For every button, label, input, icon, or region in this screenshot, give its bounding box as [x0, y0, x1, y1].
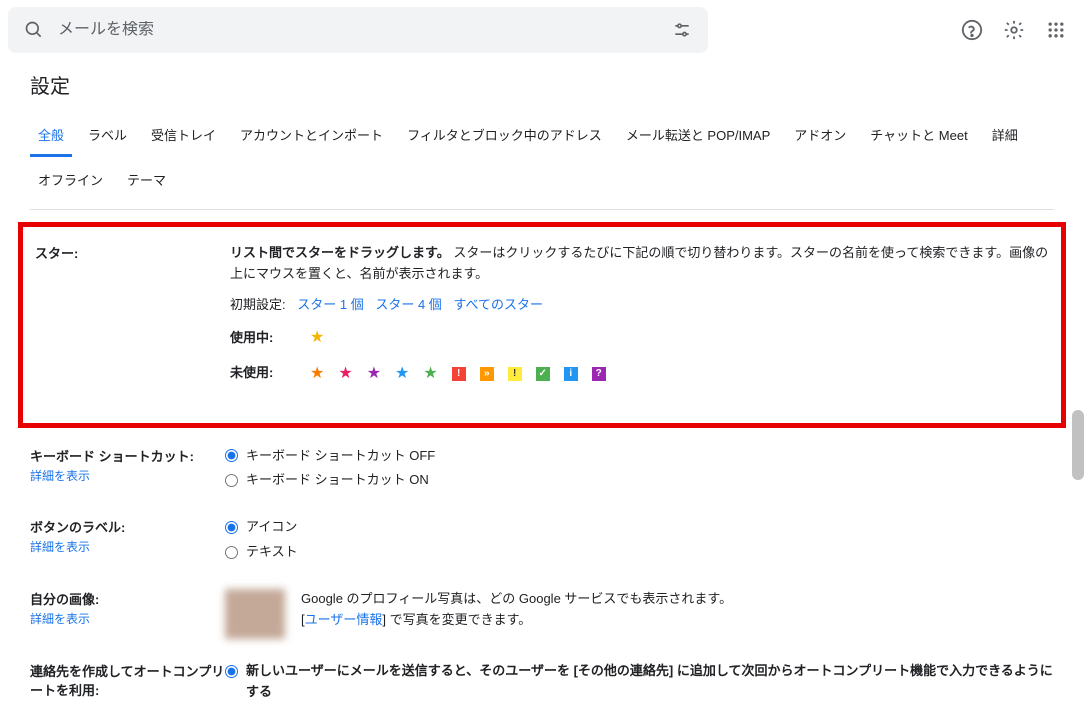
search-options-icon[interactable]	[670, 18, 694, 42]
buttonlabel-text-label: テキスト	[246, 542, 298, 563]
stars-unused-label: 未使用:	[230, 363, 290, 384]
info-blue-icon[interactable]: i	[564, 367, 578, 381]
keyboard-label: キーボード ショートカット:	[30, 449, 194, 464]
tab-offline[interactable]: オフライン	[30, 162, 111, 199]
scrollbar-thumb[interactable]	[1072, 410, 1084, 480]
page-title: 設定	[30, 70, 1054, 99]
settings-tabs: 全般 ラベル 受信トレイ アカウントとインポート フィルタとブロック中のアドレス…	[30, 117, 1054, 210]
stars-preset-label: 初期設定:	[230, 297, 286, 312]
tab-forwarding[interactable]: メール転送と POP/IMAP	[618, 117, 778, 156]
star-blue-icon[interactable]: ★	[395, 361, 409, 387]
autocomplete-opt1: 新しいユーザーにメールを送信すると、そのユーザーを [その他の連絡先] に追加し…	[246, 661, 1054, 703]
tab-chat[interactable]: チャットと Meet	[862, 117, 975, 156]
buttonlabel-icon-radio[interactable]	[225, 521, 238, 534]
profile-label: 自分の画像:	[30, 592, 99, 607]
check-green-icon[interactable]: ✓	[536, 367, 550, 381]
apps-icon[interactable]	[1044, 18, 1068, 42]
tab-addons[interactable]: アドオン	[786, 117, 854, 156]
bang-yellow-icon[interactable]: !	[508, 367, 522, 381]
keyboard-detail-link[interactable]: 詳細を表示	[30, 467, 225, 484]
keyboard-off-radio[interactable]	[225, 449, 238, 462]
tab-themes[interactable]: テーマ	[119, 162, 174, 199]
search-input[interactable]	[58, 21, 670, 39]
tab-filters[interactable]: フィルタとブロック中のアドレス	[399, 117, 610, 156]
buttonlabel-text-radio[interactable]	[225, 546, 238, 559]
profile-text1: Google のプロフィール写真は、どの Google サービスでも表示されます…	[301, 589, 732, 610]
star-yellow-icon[interactable]: ★	[310, 325, 324, 351]
search-icon[interactable]	[22, 18, 46, 42]
profile-text2: で写真を変更できます。	[386, 612, 531, 627]
tab-general[interactable]: 全般	[30, 117, 72, 157]
stars-section-highlight: スター: リスト間でスターをドラッグします。 スターはクリックするたびに下記の順…	[18, 222, 1066, 428]
buttonlabel-label: ボタンのラベル:	[30, 520, 125, 535]
profile-image[interactable]	[225, 589, 285, 639]
profile-userinfo-link[interactable]: ユーザー情報	[305, 612, 383, 627]
tab-labels[interactable]: ラベル	[80, 117, 135, 156]
star-red-icon[interactable]: ★	[338, 361, 352, 387]
autocomplete-label: 連絡先を作成してオートコンプリートを利用:	[30, 664, 224, 698]
profile-detail-link[interactable]: 詳細を表示	[30, 610, 225, 627]
settings-icon[interactable]	[1002, 18, 1026, 42]
preset-all-stars[interactable]: すべてのスター	[453, 297, 543, 312]
keyboard-on-radio[interactable]	[225, 474, 238, 487]
search-box[interactable]	[8, 7, 708, 53]
autocomplete-on-radio[interactable]	[225, 665, 238, 678]
star-green-icon[interactable]: ★	[423, 361, 437, 387]
bang-red-icon[interactable]: !	[452, 367, 466, 381]
tab-advanced[interactable]: 詳細	[984, 117, 1026, 156]
star-purple-icon[interactable]: ★	[367, 361, 381, 387]
buttonlabel-icon-label: アイコン	[246, 517, 297, 538]
keyboard-on-label: キーボード ショートカット ON	[246, 470, 429, 491]
star-orange-icon[interactable]: ★	[310, 361, 324, 387]
question-purple-icon[interactable]: ?	[592, 367, 606, 381]
tab-inbox[interactable]: 受信トレイ	[143, 117, 224, 156]
stars-inuse-label: 使用中:	[230, 328, 290, 349]
tab-accounts[interactable]: アカウントとインポート	[232, 117, 391, 156]
stars-label: スター:	[35, 243, 230, 387]
arrow-orange-icon[interactable]: »	[480, 367, 494, 381]
stars-desc-bold: リスト間でスターをドラッグします。	[230, 245, 450, 260]
keyboard-off-label: キーボード ショートカット OFF	[246, 446, 435, 467]
preset-1-star[interactable]: スター 1 個	[297, 297, 363, 312]
help-icon[interactable]	[960, 18, 984, 42]
buttonlabel-detail-link[interactable]: 詳細を表示	[30, 538, 225, 555]
preset-4-stars[interactable]: スター 4 個	[375, 297, 441, 312]
